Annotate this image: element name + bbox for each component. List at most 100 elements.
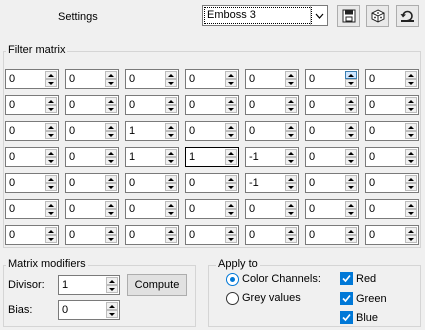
up-arrow-icon[interactable] <box>405 227 417 235</box>
matrix-cell-6-3[interactable]: 0 <box>185 225 239 245</box>
matrix-cell-1-6[interactable]: 0 <box>365 95 419 115</box>
down-arrow-icon[interactable] <box>45 183 57 191</box>
down-arrow-icon[interactable] <box>405 79 417 87</box>
up-arrow-icon[interactable] <box>106 277 118 285</box>
up-arrow-icon[interactable] <box>225 227 237 235</box>
down-arrow-icon[interactable] <box>165 105 177 113</box>
matrix-cell-5-3[interactable]: 0 <box>185 199 239 219</box>
matrix-cell-2-0[interactable]: 0 <box>5 121 59 141</box>
up-arrow-icon[interactable] <box>285 71 297 79</box>
reset-button[interactable] <box>396 5 419 27</box>
matrix-cell-3-1[interactable]: 0 <box>65 147 119 167</box>
matrix-cell-5-1[interactable]: 0 <box>65 199 119 219</box>
up-arrow-icon[interactable] <box>45 71 57 79</box>
up-arrow-icon[interactable] <box>285 175 297 183</box>
matrix-cell-1-1[interactable]: 0 <box>65 95 119 115</box>
matrix-cell-4-5[interactable]: 0 <box>305 173 359 193</box>
up-arrow-icon[interactable] <box>105 149 117 157</box>
matrix-cell-6-0[interactable]: 0 <box>5 225 59 245</box>
up-arrow-icon[interactable] <box>165 71 177 79</box>
matrix-cell-3-0[interactable]: 0 <box>5 147 59 167</box>
up-arrow-icon[interactable] <box>285 123 297 131</box>
chevron-down-icon[interactable] <box>310 6 327 25</box>
down-arrow-icon[interactable] <box>105 131 117 139</box>
down-arrow-icon[interactable] <box>225 157 237 165</box>
down-arrow-icon[interactable] <box>285 157 297 165</box>
up-arrow-icon[interactable] <box>405 149 417 157</box>
up-arrow-icon[interactable] <box>105 227 117 235</box>
matrix-cell-1-0[interactable]: 0 <box>5 95 59 115</box>
matrix-cell-2-5[interactable]: 0 <box>305 121 359 141</box>
down-arrow-icon[interactable] <box>345 79 357 87</box>
preset-select[interactable]: Emboss 3 <box>202 5 328 26</box>
up-arrow-icon[interactable] <box>345 227 357 235</box>
up-arrow-icon[interactable] <box>45 97 57 105</box>
up-arrow-icon[interactable] <box>225 97 237 105</box>
down-arrow-icon[interactable] <box>405 131 417 139</box>
up-arrow-icon[interactable] <box>165 227 177 235</box>
up-arrow-icon[interactable] <box>405 201 417 209</box>
down-arrow-icon[interactable] <box>105 105 117 113</box>
down-arrow-icon[interactable] <box>225 235 237 243</box>
matrix-cell-2-2[interactable]: 1 <box>125 121 179 141</box>
down-arrow-icon[interactable] <box>45 131 57 139</box>
up-arrow-icon[interactable] <box>225 71 237 79</box>
down-arrow-icon[interactable] <box>105 235 117 243</box>
matrix-cell-0-4[interactable]: 0 <box>245 69 299 89</box>
down-arrow-icon[interactable] <box>165 79 177 87</box>
up-arrow-icon[interactable] <box>106 302 118 310</box>
matrix-cell-2-4[interactable]: 0 <box>245 121 299 141</box>
up-arrow-icon[interactable] <box>45 175 57 183</box>
up-arrow-icon[interactable] <box>225 201 237 209</box>
up-arrow-icon[interactable] <box>165 201 177 209</box>
randomize-button[interactable] <box>366 5 389 27</box>
matrix-cell-4-1[interactable]: 0 <box>65 173 119 193</box>
grey-values-radio[interactable] <box>226 292 239 305</box>
down-arrow-icon[interactable] <box>225 209 237 217</box>
up-arrow-icon[interactable] <box>165 149 177 157</box>
matrix-cell-5-6[interactable]: 0 <box>365 199 419 219</box>
down-arrow-icon[interactable] <box>345 209 357 217</box>
up-arrow-icon[interactable] <box>285 201 297 209</box>
up-arrow-icon[interactable] <box>165 123 177 131</box>
up-arrow-icon[interactable] <box>405 123 417 131</box>
down-arrow-icon[interactable] <box>345 157 357 165</box>
down-arrow-icon[interactable] <box>405 235 417 243</box>
up-arrow-icon[interactable] <box>105 71 117 79</box>
down-arrow-icon[interactable] <box>106 310 118 318</box>
down-arrow-icon[interactable] <box>45 105 57 113</box>
down-arrow-icon[interactable] <box>45 79 57 87</box>
red-checkbox[interactable] <box>340 272 353 285</box>
down-arrow-icon[interactable] <box>105 79 117 87</box>
divisor-spinbox[interactable]: 1 <box>58 275 120 295</box>
matrix-cell-6-4[interactable]: 0 <box>245 225 299 245</box>
up-arrow-icon[interactable] <box>165 175 177 183</box>
color-channels-radio[interactable] <box>226 273 239 286</box>
matrix-cell-1-2[interactable]: 0 <box>125 95 179 115</box>
down-arrow-icon[interactable] <box>345 131 357 139</box>
matrix-cell-1-5[interactable]: 0 <box>305 95 359 115</box>
down-arrow-icon[interactable] <box>285 105 297 113</box>
matrix-cell-6-2[interactable]: 0 <box>125 225 179 245</box>
compute-button[interactable]: Compute <box>127 274 187 296</box>
matrix-cell-6-5[interactable]: 0 <box>305 225 359 245</box>
matrix-cell-0-5[interactable]: 0 <box>305 69 359 89</box>
matrix-cell-0-2[interactable]: 0 <box>125 69 179 89</box>
up-arrow-icon[interactable] <box>45 149 57 157</box>
matrix-cell-3-2[interactable]: 1 <box>125 147 179 167</box>
up-arrow-icon[interactable] <box>345 175 357 183</box>
matrix-cell-5-5[interactable]: 0 <box>305 199 359 219</box>
down-arrow-icon[interactable] <box>405 157 417 165</box>
down-arrow-icon[interactable] <box>225 105 237 113</box>
down-arrow-icon[interactable] <box>45 209 57 217</box>
up-arrow-icon[interactable] <box>405 175 417 183</box>
down-arrow-icon[interactable] <box>105 157 117 165</box>
up-arrow-icon[interactable] <box>225 123 237 131</box>
down-arrow-icon[interactable] <box>345 105 357 113</box>
down-arrow-icon[interactable] <box>225 131 237 139</box>
down-arrow-icon[interactable] <box>345 235 357 243</box>
matrix-cell-4-0[interactable]: 0 <box>5 173 59 193</box>
down-arrow-icon[interactable] <box>105 209 117 217</box>
matrix-cell-4-4[interactable]: -1 <box>245 173 299 193</box>
down-arrow-icon[interactable] <box>165 131 177 139</box>
